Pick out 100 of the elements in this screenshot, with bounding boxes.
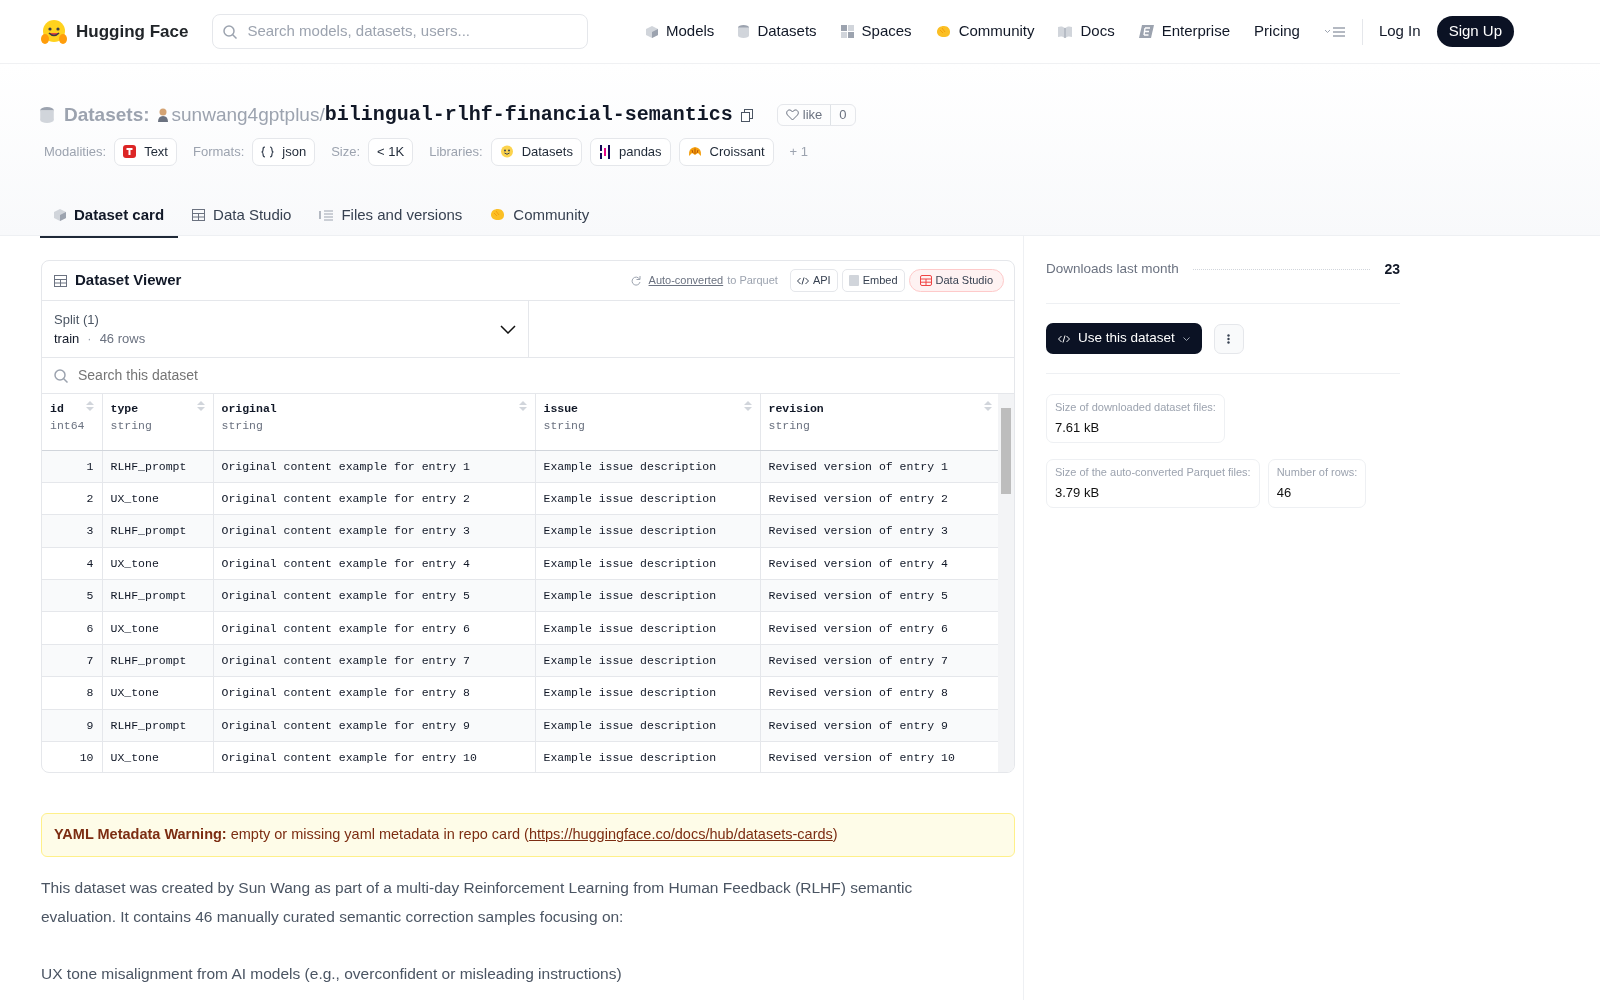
copy-drawing xyxy=(740,109,753,123)
table-cell: UX_tone xyxy=(102,741,213,772)
stat-label: Number of rows: xyxy=(1276,465,1358,480)
nav-link[interactable]: Enterprise xyxy=(1138,20,1231,43)
api-button[interactable]: API xyxy=(789,269,838,292)
book-icon xyxy=(1058,25,1073,38)
tag-group-label: Modalities: xyxy=(44,143,107,161)
table-cell: Example issue description xyxy=(535,644,760,677)
braces-icon xyxy=(261,145,275,158)
table-cell: Example issue description xyxy=(535,514,760,548)
table-icon xyxy=(192,208,206,221)
table-cell: UX_tone xyxy=(102,482,213,515)
table-cell: Original content example for entry 6 xyxy=(213,611,535,645)
text-icon xyxy=(123,145,137,159)
search-icon xyxy=(54,368,68,383)
sort-icon xyxy=(196,400,205,412)
table-cell: Example issue description xyxy=(535,676,760,710)
smiley-logo-icon xyxy=(40,18,68,45)
more-options-button[interactable] xyxy=(1213,323,1244,354)
column-name: issue xyxy=(543,402,578,415)
tag-chip[interactable]: json xyxy=(252,138,316,166)
column-header[interactable]: revision string xyxy=(760,394,1000,450)
list-icon xyxy=(319,208,334,221)
tag-chip[interactable]: Text xyxy=(114,138,177,166)
smiley-icon xyxy=(499,145,514,159)
paragraph: UX tone misalignment from AI models (e.g., overconfident or misleading instructions) xyxy=(41,963,623,984)
table-cell: Example issue description xyxy=(535,482,760,515)
column-type: string xyxy=(110,418,153,435)
nav-link[interactable]: Docs xyxy=(1058,20,1115,43)
login-link[interactable]: Log In xyxy=(1378,20,1421,43)
column-header[interactable]: issue string xyxy=(535,394,760,450)
like-button[interactable]: like xyxy=(777,105,831,125)
like-count: 0 xyxy=(830,105,855,125)
use-dataset-button[interactable]: Use this dataset xyxy=(1046,323,1202,354)
tag-chip[interactable]: pandas xyxy=(589,138,671,166)
docs-link[interactable]: https://huggingface.co/docs/hub/datasets-cards xyxy=(528,826,833,842)
split-name: train xyxy=(54,330,80,348)
split-label: Split (1) xyxy=(54,310,100,329)
data-studio-button[interactable]: Data Studio xyxy=(908,269,1004,292)
table-cell: UX_tone xyxy=(102,676,213,710)
downloads-label: Downloads last month xyxy=(1046,260,1179,279)
table-cell: Example issue description xyxy=(535,579,760,612)
tab[interactable]: Files and versions xyxy=(305,193,477,238)
sort-icon xyxy=(85,400,94,412)
embed-button[interactable]: Embed xyxy=(841,269,905,292)
nav-link[interactable]: Spaces xyxy=(840,20,912,43)
tag-chip[interactable]: Croissant xyxy=(678,138,774,166)
signup-button[interactable]: Sign Up xyxy=(1436,16,1514,47)
column-name: revision xyxy=(768,402,824,415)
nav-link[interactable]: Pricing xyxy=(1254,20,1300,43)
cube-icon xyxy=(54,208,66,221)
chevron-down-icon xyxy=(500,324,516,334)
table-cell: Original content example for entry 2 xyxy=(213,482,535,515)
chevron-list-drawing xyxy=(1323,26,1346,39)
column-header[interactable]: original string xyxy=(213,394,535,450)
column-type: string xyxy=(221,418,264,435)
tab[interactable]: Dataset card xyxy=(40,193,179,238)
viewer-title: Dataset Viewer xyxy=(75,270,182,291)
separator: · xyxy=(87,330,92,348)
database-icon xyxy=(40,107,54,123)
search-box[interactable]: Search models, datasets, users... xyxy=(212,14,589,49)
table-cell: Example issue description xyxy=(535,547,760,580)
tab[interactable]: Data Studio xyxy=(178,193,306,238)
nav-link[interactable]: Models xyxy=(646,20,715,43)
row-count: 46 rows xyxy=(99,330,146,348)
sort-icon xyxy=(983,400,992,412)
tab[interactable]: Community xyxy=(476,193,604,238)
split-dropdown[interactable]: Split (1) train · 46 rows xyxy=(42,301,529,357)
column-type: int64 xyxy=(50,418,86,435)
dataset-name: bilingual-rlhf-financial-semantics xyxy=(324,102,733,128)
table-cell: 2 xyxy=(42,482,102,515)
enterprise-icon xyxy=(1138,25,1154,38)
table-cell: Original content example for entry 8 xyxy=(213,676,535,710)
table-cell: Revised version of entry 9 xyxy=(760,709,1000,742)
column-type: string xyxy=(543,418,586,435)
column-name: id xyxy=(50,402,64,415)
scrollbar[interactable] xyxy=(998,394,1014,772)
table-cell: RLHF_prompt xyxy=(102,450,213,483)
table-cell: RLHF_prompt xyxy=(102,514,213,548)
database-icon xyxy=(738,25,750,38)
nav-link[interactable]: Datasets xyxy=(738,20,817,43)
heart-icon xyxy=(785,109,799,121)
tag-chip[interactable]: Datasets xyxy=(490,138,582,166)
table-cell: 9 xyxy=(42,709,102,742)
stat-label: Size of the auto-converted Parquet files: xyxy=(1055,465,1251,480)
grid-icon xyxy=(840,25,854,38)
nav-link[interactable]: Community xyxy=(935,20,1035,43)
column-header[interactable]: id int64 xyxy=(42,394,102,450)
column-header[interactable]: type string xyxy=(102,394,213,450)
document-icon xyxy=(848,275,859,286)
tag-chip[interactable]: < 1K xyxy=(368,138,414,166)
separator: / xyxy=(319,102,325,127)
table-cell: RLHF_prompt xyxy=(102,709,213,742)
auto-converted-link[interactable]: Auto-converted xyxy=(648,272,724,289)
table-cell: Example issue description xyxy=(535,741,760,772)
brand-name[interactable]: Hugging Face xyxy=(76,18,189,45)
stat-label: Size of downloaded dataset files: xyxy=(1055,400,1216,415)
table-cell: Original content example for entry 5 xyxy=(213,579,535,612)
stat-value: 7.61 kB xyxy=(1055,419,1100,435)
table-cell: UX_tone xyxy=(102,611,213,645)
